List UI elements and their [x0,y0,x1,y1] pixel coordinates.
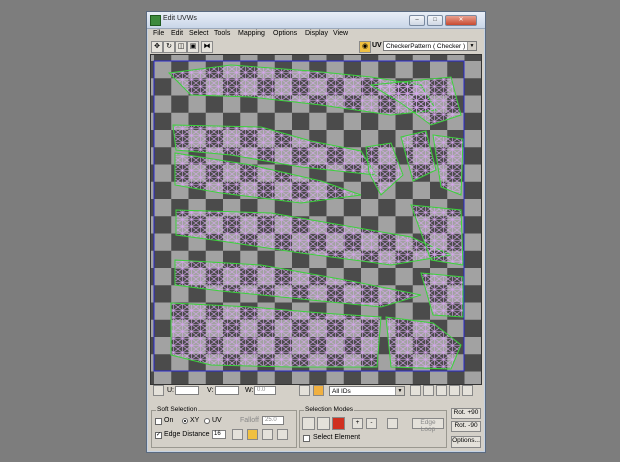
rotate-plus-90-button[interactable]: Rot. +90 [451,408,481,419]
edge-distance-label: Edge Distance [164,431,210,438]
falloff-label: Falloff [240,417,259,424]
pan-icon[interactable] [410,385,421,396]
uv-space-label: UV [212,417,222,424]
menu-options[interactable]: Options [273,30,297,37]
on-label: On [164,417,174,424]
soft-selection-title: Soft Selection [156,406,199,413]
app-icon [150,15,161,26]
falloff-slow-out-icon[interactable] [262,429,273,440]
menu-bar: File Edit Select Tools Mapping Options D… [147,29,485,39]
uv-viewport[interactable] [150,54,482,385]
u-field[interactable] [175,386,199,395]
chevron-down-icon: ▼ [467,42,476,50]
menu-display[interactable]: Display [305,30,328,37]
on-checkbox[interactable] [155,418,162,425]
edge-mode-icon[interactable] [317,417,330,430]
u-label: U: [167,387,174,394]
menu-file[interactable]: File [153,30,164,37]
freeform-icon[interactable]: ▣ [187,41,199,53]
maximize-button[interactable]: □ [427,15,443,26]
xy-radio[interactable] [182,418,188,424]
paint-icon[interactable] [313,385,324,396]
falloff-fast-out-icon[interactable] [277,429,288,440]
texture-dropdown-value: CheckerPattern ( Checker ) [386,43,466,50]
shrink-selection-button[interactable]: - [366,418,377,429]
xy-label: XY [190,417,200,424]
falloff-smooth-icon[interactable] [232,429,243,440]
zoom-region-icon[interactable] [436,385,447,396]
edit-uvws-window: Edit UVWs – □ ✕ File Edit Select Tools M… [146,11,486,453]
v-label: V: [207,387,214,394]
move-icon[interactable]: ✥ [151,41,163,53]
w-label: W: [245,387,254,394]
grow-selection-button[interactable]: + [352,418,363,429]
menu-select[interactable]: Select [189,30,208,37]
chevron-down-icon: ▼ [395,387,404,395]
soft-selection-panel: Soft Selection On XY UV Falloff 25.0 ✓ E… [151,406,297,448]
rotate-minus-90-button[interactable]: Rot. -90 [451,421,481,432]
mirror-icon[interactable]: ⧓ [201,41,213,53]
uv-layout-canvas[interactable] [151,55,481,384]
uv-label: UV [372,42,382,49]
menu-edit[interactable]: Edit [171,30,183,37]
scale-icon[interactable]: ◫ [175,41,187,53]
rotate-icon[interactable]: ↻ [163,41,175,53]
menu-mapping[interactable]: Mapping [238,30,265,37]
falloff-linear-icon[interactable] [247,429,258,440]
zoom-extents-icon[interactable] [449,385,460,396]
lock-icon[interactable] [299,385,310,396]
texture-dropdown[interactable]: CheckerPattern ( Checker ) ▼ [383,41,477,51]
close-button[interactable]: ✕ [445,15,477,26]
texture-icon[interactable]: ◉ [359,41,371,53]
menu-view[interactable]: View [333,30,348,37]
title-bar[interactable]: Edit UVWs – □ ✕ [147,12,485,29]
toolbar: ✥ ↻ ◫ ▣ ⧓ ◉ UV CheckerPattern ( Checker … [147,39,485,53]
edge-loop-button[interactable]: Edge Loop [412,418,444,433]
options-button[interactable]: Options... [451,436,481,448]
zoom-icon[interactable] [423,385,434,396]
paint-select-icon[interactable] [387,418,398,429]
w-field[interactable]: 0.0 [254,386,276,395]
minimize-button[interactable]: – [409,15,425,26]
menu-tools[interactable]: Tools [214,30,230,37]
absolute-offset-icon[interactable] [153,385,164,396]
select-element-label: Select Element [313,434,361,441]
falloff-field[interactable]: 25.0 [262,416,284,425]
window-title: Edit UVWs [163,15,197,22]
ids-dropdown[interactable]: All IDs ▼ [329,386,405,396]
status-bar: U: V: W: 0.0 All IDs ▼ [147,384,485,398]
uv-radio[interactable] [204,418,210,424]
edge-distance-field[interactable]: 16 [212,430,226,439]
selection-modes-title: Selection Modes [304,406,355,413]
face-mode-icon[interactable] [332,417,345,430]
v-field[interactable] [215,386,239,395]
selection-modes-panel: Selection Modes + - Edge Loop Select Ele… [299,406,447,448]
select-element-checkbox[interactable] [303,435,310,442]
ids-dropdown-value: All IDs [332,388,351,395]
zoom-selected-icon[interactable] [462,385,473,396]
edge-distance-checkbox[interactable]: ✓ [155,432,162,439]
vertex-mode-icon[interactable] [302,417,315,430]
